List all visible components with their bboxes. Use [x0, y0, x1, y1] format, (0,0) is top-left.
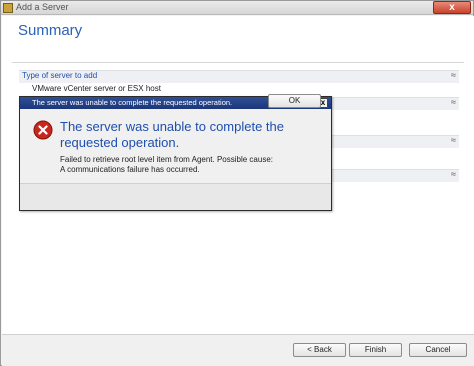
dialog-button-bar — [20, 183, 331, 210]
page-title: Summary — [18, 22, 83, 39]
ok-button[interactable]: OK — [268, 94, 321, 108]
dialog-message: Failed to retrieve root level item from … — [60, 155, 328, 175]
window-close-button[interactable]: x — [433, 1, 471, 14]
title-divider — [12, 62, 464, 63]
collapse-chevron-icon[interactable]: ≈ — [451, 135, 456, 145]
error-icon — [33, 120, 53, 140]
window-title: Add a Server — [16, 2, 69, 12]
window-titlebar: Add a Server x — [1, 1, 473, 15]
section-server-type[interactable]: Type of server to add ≈ — [19, 70, 459, 83]
dialog-message-line: A communications failure has occurred. — [60, 165, 200, 174]
section-value: VMware vCenter server or ESX host — [32, 84, 161, 93]
error-dialog: The server was unable to complete the re… — [19, 96, 332, 211]
finish-button[interactable]: Finish — [349, 343, 402, 357]
dialog-heading: The server was unable to complete the re… — [60, 119, 285, 150]
dialog-title: The server was unable to complete the re… — [32, 98, 233, 107]
collapse-chevron-icon[interactable]: ≈ — [451, 169, 456, 179]
cancel-button[interactable]: Cancel — [409, 343, 467, 357]
wizard-button-bar: < Back Finish Cancel — [2, 334, 474, 366]
section-label: Type of server to add — [22, 71, 98, 80]
back-button[interactable]: < Back — [293, 343, 346, 357]
collapse-chevron-icon[interactable]: ≈ — [451, 97, 456, 107]
collapse-chevron-icon[interactable]: ≈ — [451, 70, 456, 80]
app-icon — [3, 3, 13, 13]
dialog-message-line: Failed to retrieve root level item from … — [60, 155, 273, 164]
